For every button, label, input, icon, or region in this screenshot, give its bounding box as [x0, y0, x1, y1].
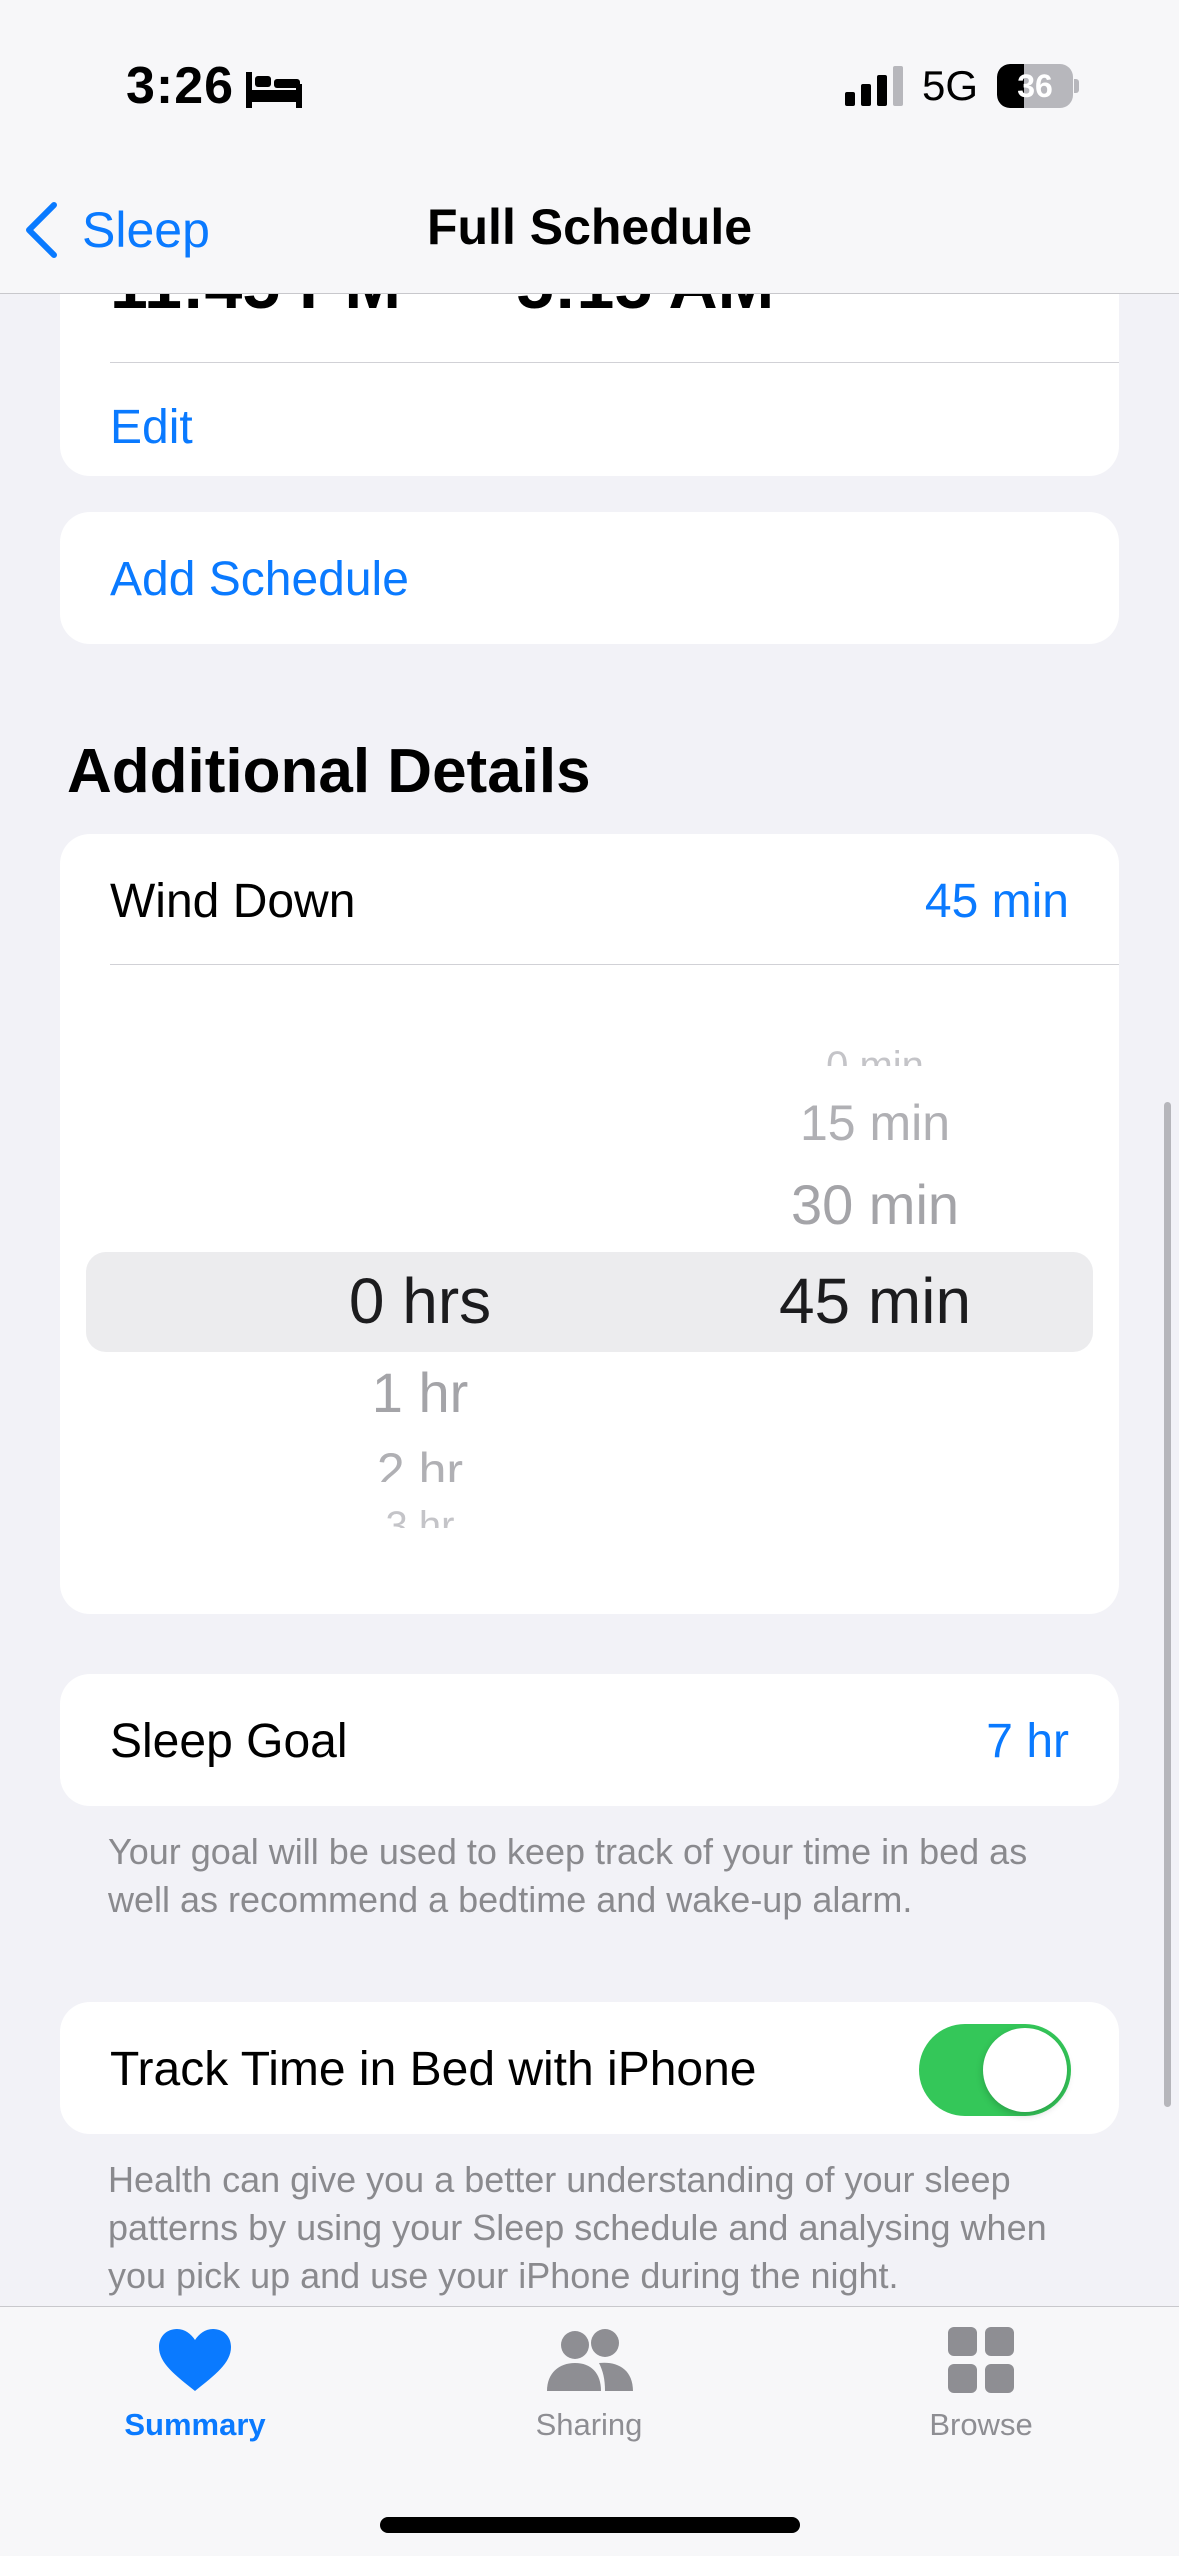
sleep-goal-row[interactable]: Sleep Goal 7 hr: [60, 1674, 1119, 1806]
divider: [110, 362, 1119, 363]
schedule-card: 11:45 PM 5:15 AM Edit: [60, 294, 1119, 476]
wake-time-value: 5:15 AM: [516, 294, 774, 324]
add-schedule-card[interactable]: Add Schedule: [60, 512, 1119, 644]
tab-bar: Summary Sharing Browse: [0, 2306, 1179, 2556]
sleep-goal-label: Sleep Goal: [110, 1715, 348, 1768]
toggle-knob: [983, 2028, 1067, 2112]
picker-item[interactable]: 45 min: [620, 1264, 1119, 1338]
back-button[interactable]: Sleep: [24, 192, 210, 268]
track-time-toggle[interactable]: [919, 2024, 1071, 2116]
scrollbar[interactable]: [1164, 1102, 1171, 2107]
hours-picker-column[interactable]: 0 hrs 1 hr 2 hr 3 hr: [160, 964, 680, 1614]
people-icon: [547, 2329, 633, 2391]
picker-item[interactable]: 15 min: [620, 1094, 1119, 1152]
minutes-picker-column[interactable]: 0 min 15 min 30 min 45 min: [620, 964, 1119, 1614]
picker-item[interactable]: 2 hr: [160, 1442, 680, 1482]
picker-item[interactable]: 30 min: [620, 1172, 1119, 1237]
wind-down-value[interactable]: 45 min: [925, 874, 1069, 929]
heart-icon: [159, 2329, 231, 2391]
status-bar: 3:26 5G 36: [0, 0, 1179, 170]
status-time: 3:26: [126, 57, 235, 115]
bed-icon: [246, 72, 302, 108]
battery-level: 36: [1017, 68, 1053, 104]
tab-label: Browse: [929, 2407, 1033, 2442]
wind-down-label: Wind Down: [110, 875, 356, 928]
scroll-content[interactable]: 11:45 PM 5:15 AM Edit Add Schedule Addit…: [0, 294, 1179, 2306]
home-indicator[interactable]: [380, 2517, 800, 2533]
grid-icon: [948, 2327, 1014, 2393]
add-schedule-button[interactable]: Add Schedule: [110, 552, 409, 607]
track-time-footnote: Health can give you a better understandi…: [108, 2159, 1047, 2296]
track-time-row: Track Time in Bed with iPhone: [60, 2002, 1119, 2134]
picker-item[interactable]: 0 min: [620, 1044, 1119, 1066]
tab-sharing[interactable]: Sharing: [464, 2327, 714, 2477]
sleep-goal-value[interactable]: 7 hr: [986, 1714, 1069, 1769]
cellular-signal-icon: [845, 66, 903, 106]
back-label: Sleep: [82, 202, 210, 258]
tab-browse[interactable]: Browse: [856, 2327, 1106, 2477]
picker-item[interactable]: 0 hrs: [160, 1264, 680, 1338]
wind-down-card: Wind Down 45 min 0 hrs 1 hr 2 hr 3 hr 0 …: [60, 834, 1119, 1614]
track-time-label: Track Time in Bed with iPhone: [110, 2043, 757, 2096]
tab-label: Summary: [124, 2407, 266, 2442]
edit-schedule-button[interactable]: Edit: [110, 400, 193, 455]
network-type: 5G: [922, 62, 979, 109]
tab-label: Sharing: [535, 2407, 643, 2442]
tab-summary[interactable]: Summary: [70, 2327, 320, 2477]
sleep-goal-footnote: Your goal will be used to keep track of …: [108, 1831, 1028, 1920]
navigation-bar: Sleep Full Schedule: [0, 170, 1179, 294]
section-heading: Additional Details: [67, 737, 591, 806]
picker-item[interactable]: 1 hr: [160, 1360, 680, 1425]
chevron-left-icon: [26, 202, 57, 258]
wind-down-picker[interactable]: 0 hrs 1 hr 2 hr 3 hr 0 min 15 min 30 min…: [60, 964, 1119, 1614]
battery-icon: 36: [997, 64, 1079, 108]
bedtime-value: 11:45 PM: [110, 294, 401, 324]
picker-item[interactable]: 3 hr: [160, 1504, 680, 1528]
